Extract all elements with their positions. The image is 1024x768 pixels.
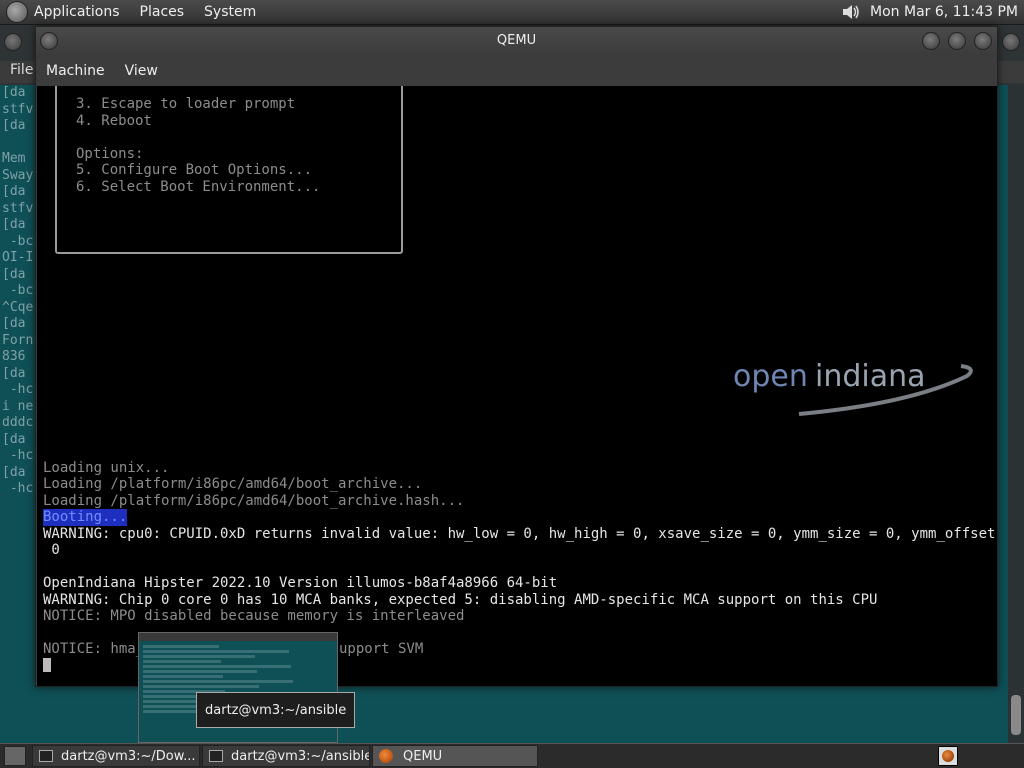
taskbar-item-terminal-ansible[interactable]: dartz@vm3:~/ansible: [202, 745, 370, 767]
show-desktop-icon[interactable]: [4, 746, 26, 766]
taskbar-item-terminal-downloads[interactable]: dartz@vm3:~/Dow...: [32, 745, 200, 767]
taskbar-tooltip: dartz@vm3:~/ansible: [196, 692, 356, 728]
maximize-icon[interactable]: [948, 32, 966, 50]
close-icon[interactable]: [974, 32, 992, 50]
task-label: dartz@vm3:~/ansible: [231, 748, 370, 764]
close-icon[interactable]: [1002, 33, 1020, 51]
console-line: NOTICE: MPO disabled because memory is i…: [43, 608, 465, 624]
console-line: Loading /platform/i86pc/amd64/boot_archi…: [43, 476, 423, 492]
task-label: dartz@vm3:~/Dow...: [61, 748, 196, 764]
taskbar-item-qemu[interactable]: QEMU: [372, 745, 538, 767]
places-menu[interactable]: Places: [140, 4, 185, 20]
logo-text-open: open: [733, 359, 808, 394]
console-line: WARNING: Chip 0 core 0 has 10 MCA banks,…: [43, 592, 878, 608]
console-line: Loading unix...: [43, 460, 170, 476]
vm-display[interactable]: 3. Escape to loader prompt 4. Reboot Opt…: [37, 86, 997, 686]
applications-menu[interactable]: Applications: [34, 4, 120, 20]
console-line: Loading /platform/i86pc/amd64/boot_archi…: [43, 493, 465, 509]
clock[interactable]: Mon Mar 6, 11:43 PM: [870, 4, 1018, 20]
boot-menu-item: 3. Escape to loader prompt: [76, 96, 296, 112]
qemu-titlebar[interactable]: QEMU: [36, 27, 997, 57]
window-menu-icon[interactable]: [4, 33, 22, 51]
scrollbar-thumb[interactable]: [1011, 695, 1021, 735]
text-cursor: [43, 658, 51, 672]
openindiana-logo: open indiana: [733, 359, 973, 416]
system-menu[interactable]: System: [204, 4, 256, 20]
boot-option-item: 6. Select Boot Environment...: [76, 179, 321, 195]
task-label: QEMU: [403, 748, 443, 764]
taskbar: dartz@vm3:~/Dow... dartz@vm3:~/ansible Q…: [0, 743, 1024, 768]
qemu-tray-icon[interactable]: [938, 746, 958, 766]
boot-menu-item: 4. Reboot: [76, 113, 152, 129]
boot-options-header: Options:: [76, 146, 144, 162]
qemu-menubar: Machine View: [36, 57, 997, 85]
volume-icon[interactable]: [840, 2, 862, 22]
top-panel: Applications Places System Mon Mar 6, 11…: [0, 0, 1024, 25]
terminal-scrollbar[interactable]: [1008, 85, 1024, 743]
console-line: WARNING: cpu0: CPUID.0xD returns invalid…: [43, 526, 997, 542]
console-line: 0: [43, 542, 60, 558]
gnome-foot-icon[interactable]: [6, 1, 28, 23]
console-booting: Booting...: [43, 509, 128, 526]
minimize-icon[interactable]: [922, 32, 940, 50]
window-title: QEMU: [496, 33, 537, 48]
console-line: NOTICE: hma_: [43, 641, 145, 657]
terminal-icon: [209, 750, 223, 762]
console-line: OpenIndiana Hipster 2022.10 Version illu…: [43, 575, 558, 591]
logo-text-indiana: indiana: [815, 359, 926, 394]
qemu-icon: [379, 749, 393, 763]
console-line: upport SVM: [339, 641, 424, 657]
machine-menu[interactable]: Machine: [46, 63, 105, 79]
terminal-icon: [39, 750, 53, 762]
boot-option-item: 5. Configure Boot Options...: [76, 162, 313, 178]
view-menu[interactable]: View: [125, 63, 158, 79]
qemu-window[interactable]: QEMU Machine View 3. Escape to loader pr…: [35, 26, 998, 687]
file-menu[interactable]: File: [10, 62, 33, 78]
